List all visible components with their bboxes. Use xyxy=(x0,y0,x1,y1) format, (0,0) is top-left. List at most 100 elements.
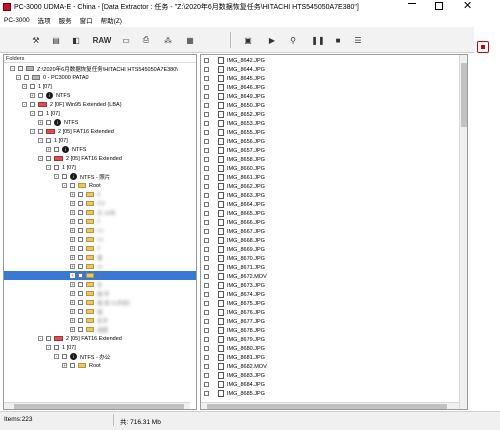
node-checkbox[interactable] xyxy=(78,300,83,305)
files-vertical-scrollbar[interactable] xyxy=(459,55,467,409)
file-row[interactable]: IMG_8670.JPG xyxy=(201,254,457,263)
file-row[interactable]: IMG_8650.JPG xyxy=(201,101,457,110)
file-row[interactable]: IMG_8662.JPG xyxy=(201,182,457,191)
expand-icon[interactable]: + xyxy=(46,147,51,152)
node-checkbox[interactable] xyxy=(46,138,51,143)
file-checkbox[interactable] xyxy=(204,175,209,180)
node-checkbox[interactable] xyxy=(46,120,51,125)
tree-node[interactable]: + CU xyxy=(4,199,196,208)
file-checkbox[interactable] xyxy=(204,373,209,378)
expand-icon[interactable]: + xyxy=(62,363,67,368)
collapse-icon[interactable]: - xyxy=(46,165,51,170)
node-checkbox[interactable] xyxy=(78,264,83,269)
menu-service[interactable]: 服务 xyxy=(59,15,72,25)
file-checkbox[interactable] xyxy=(204,265,209,270)
file-checkbox[interactable] xyxy=(204,76,209,81)
file-row[interactable]: IMG_8676.JPG xyxy=(201,308,457,317)
node-checkbox[interactable] xyxy=(18,66,23,71)
file-row[interactable]: IMG_8666.JPG xyxy=(201,218,457,227)
node-checkbox[interactable] xyxy=(54,165,59,170)
collapse-icon[interactable]: - xyxy=(46,345,51,350)
file-row[interactable]: IMG_8657.JPG xyxy=(201,146,457,155)
tree-node[interactable]: - i NTFS - 办公 xyxy=(4,352,196,361)
tree-node[interactable]: +2 xyxy=(4,217,196,226)
file-checkbox[interactable] xyxy=(204,283,209,288)
node-checkbox[interactable] xyxy=(78,327,83,332)
node-checkbox[interactable] xyxy=(78,246,83,251)
expand-icon[interactable]: + xyxy=(70,210,75,215)
file-row[interactable]: IMG_8653.JPG xyxy=(201,119,457,128)
list-icon[interactable]: ☰ xyxy=(352,33,364,47)
tree-node[interactable]: - 2 [05] FAT16 Extended xyxy=(4,154,196,163)
file-row[interactable]: IMG_8682.MOV xyxy=(201,362,457,371)
tree-node[interactable]: - 1 [07] xyxy=(4,136,196,145)
tree-node[interactable]: - i NTFS - 照片 xyxy=(4,172,196,181)
file-checkbox[interactable] xyxy=(204,274,209,279)
tree-node[interactable]: + V xyxy=(4,244,196,253)
node-checkbox[interactable] xyxy=(78,201,83,206)
expand-icon[interactable]: + xyxy=(70,219,75,224)
file-row[interactable]: IMG_8649.JPG xyxy=(201,92,457,101)
files-scroll-thumb[interactable] xyxy=(461,63,467,127)
tree-node[interactable]: - 2 [05] FAT16 Extended xyxy=(4,127,196,136)
play-icon[interactable]: ▶ xyxy=(266,33,278,47)
file-checkbox[interactable] xyxy=(204,319,209,324)
node-checkbox[interactable] xyxy=(78,291,83,296)
hdd-icon[interactable]: ▭ xyxy=(120,33,132,47)
tree-node[interactable]: - 1 [07] xyxy=(4,82,196,91)
file-row[interactable]: IMG_8679.JPG xyxy=(201,335,457,344)
folders-horizontal-scrollbar[interactable] xyxy=(4,402,190,409)
expand-icon[interactable]: + xyxy=(70,300,75,305)
tree-node[interactable]: + i NTFS xyxy=(4,118,196,127)
file-checkbox[interactable] xyxy=(204,121,209,126)
tree-node[interactable]: - Z:\2020年6月数据恢复任务\HITACHI HTS545050A7E38… xyxy=(4,64,196,73)
tree-node[interactable]: + 天 15年 xyxy=(4,208,196,217)
collapse-icon[interactable]: - xyxy=(16,75,21,80)
scan-icon[interactable]: ◧ xyxy=(70,33,82,47)
tree-node[interactable]: + 插 双 21月初) xyxy=(4,298,196,307)
node-checkbox[interactable] xyxy=(78,219,83,224)
file-row[interactable]: IMG_8655.JPG xyxy=(201,128,457,137)
tree-node[interactable]: - 1 [07] xyxy=(4,109,196,118)
node-checkbox[interactable] xyxy=(70,363,75,368)
tools-icon[interactable]: ⚒ xyxy=(30,33,42,47)
node-checkbox[interactable] xyxy=(54,345,59,350)
tree-node[interactable]: + Root xyxy=(4,361,196,370)
pause-icon[interactable]: ❚❚ xyxy=(311,33,324,47)
expand-icon[interactable]: + xyxy=(70,228,75,233)
tree-node[interactable]: - Root xyxy=(4,181,196,190)
file-checkbox[interactable] xyxy=(204,220,209,225)
tree-node[interactable]: + 选题 xyxy=(4,325,196,334)
file-row[interactable]: IMG_8668.JPG xyxy=(201,236,457,245)
node-checkbox[interactable] xyxy=(78,309,83,314)
node-checkbox[interactable] xyxy=(38,111,43,116)
tree-node[interactable]: + 第 xyxy=(4,253,196,262)
node-checkbox[interactable] xyxy=(30,84,35,89)
files-hscroll-thumb[interactable] xyxy=(207,404,447,409)
file-row[interactable]: IMG_8672.MOV xyxy=(201,272,457,281)
node-checkbox[interactable] xyxy=(62,174,67,179)
raw-button[interactable]: RAW xyxy=(92,33,112,47)
menu-help[interactable]: 帮助(Z) xyxy=(101,15,122,25)
file-row[interactable]: IMG_8681.JPG xyxy=(201,353,457,362)
tree-node[interactable]: + d xyxy=(4,190,196,199)
file-row[interactable]: IMG_8667.JPG xyxy=(201,227,457,236)
collapse-icon[interactable]: - xyxy=(62,183,67,188)
file-checkbox[interactable] xyxy=(204,310,209,315)
file-row[interactable]: IMG_8678.JPG xyxy=(201,326,457,335)
file-checkbox[interactable] xyxy=(204,391,209,396)
file-checkbox[interactable] xyxy=(204,229,209,234)
file-checkbox[interactable] xyxy=(204,202,209,207)
tree-node[interactable]: - 1 [07] xyxy=(4,343,196,352)
folders-scroll-thumb[interactable] xyxy=(14,404,184,409)
file-checkbox[interactable] xyxy=(204,184,209,189)
tree-node[interactable]: + i NTFS xyxy=(4,145,196,154)
collapse-icon[interactable]: - xyxy=(30,111,35,116)
collapse-icon[interactable]: - xyxy=(54,174,59,179)
file-row[interactable]: IMG_8673.JPG xyxy=(201,281,457,290)
collapse-icon[interactable]: - xyxy=(38,138,43,143)
expand-icon[interactable]: + xyxy=(70,201,75,206)
scroll-icon[interactable]: ▤ xyxy=(50,33,62,47)
file-checkbox[interactable] xyxy=(204,292,209,297)
file-row[interactable]: IMG_8658.JPG xyxy=(201,155,457,164)
